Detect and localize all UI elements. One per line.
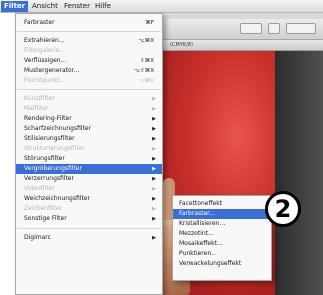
menu-fenster[interactable]: Fenster xyxy=(61,1,93,12)
vergroeberungsfilter-submenu: Facettoneffekt Farbraster... Kristallisi… xyxy=(172,195,272,281)
submenu-arrow-icon: ▶ xyxy=(152,136,156,142)
shortcut-label: ⇧⌘X xyxy=(140,58,154,64)
menu-divider xyxy=(17,89,161,90)
menu-divider xyxy=(17,228,161,229)
menu-item-fluchtpunkt: Fluchtpunkt... ⌥⌘V xyxy=(24,77,154,84)
menu-divider xyxy=(17,31,161,32)
menu-item-mustergenerator[interactable]: Mustergenerator... ⌥⇧⌘X xyxy=(16,66,162,76)
menu-item-videofilter: Videofilter ▶ xyxy=(24,185,156,192)
document-title-bar: (CMYK/8) xyxy=(150,40,323,51)
menu-item-strukturierungsfilter: Strukturierungsfilter ▶ xyxy=(24,145,156,152)
menu-item-zeichenfilter: Zeichenfilter ▶ xyxy=(24,205,156,212)
workspace-button[interactable] xyxy=(286,23,316,34)
filter-menu: Farbraster ⌘F Extrahieren... ⌥⌘X Filterg… xyxy=(15,13,163,295)
menu-item-weichzeichnungsfilter[interactable]: Weichzeichnungsfilter ▶ xyxy=(16,194,162,204)
submenu-item-punktieren[interactable]: Punktieren... xyxy=(173,249,271,259)
menu-filter[interactable]: Filter xyxy=(1,1,29,12)
submenu-arrow-icon: ▶ xyxy=(152,166,156,172)
shortcut-label: ⌥⇧⌘X xyxy=(133,68,154,74)
menu-item-stoerungsfilter[interactable]: Störungsfilter ▶ xyxy=(16,154,162,164)
submenu-item-farbraster[interactable]: Farbraster... xyxy=(173,209,271,219)
submenu-item-mosaikeffekt[interactable]: Mosaikeffekt... xyxy=(173,239,271,249)
submenu-arrow-icon: ▶ xyxy=(152,156,156,162)
submenu-arrow-icon: ▶ xyxy=(152,196,156,202)
canvas-shadow-area xyxy=(275,51,323,295)
submenu-item-facettoneffekt[interactable]: Facettoneffekt xyxy=(173,199,271,209)
menu-item-verfluessigen[interactable]: Verflüssigen... ⇧⌘X xyxy=(16,56,162,66)
menu-item-filtergalerie: Filtergalerie... xyxy=(24,47,66,54)
menu-item-malfilter: Malfilter ▶ xyxy=(24,105,156,112)
tool-preset-button[interactable] xyxy=(268,23,280,34)
menu-item-sonstige-filter[interactable]: Sonstige Filter ▶ xyxy=(16,214,162,224)
submenu-item-verwackelungseffekt[interactable]: Verwackelungseffekt xyxy=(173,259,271,269)
submenu-arrow-icon: ▶ xyxy=(152,206,156,212)
submenu-arrow-icon: ▶ xyxy=(152,176,156,182)
menu-item-farbraster-last[interactable]: Farbraster ⌘F xyxy=(16,18,162,28)
menu-ansicht[interactable]: Ansicht xyxy=(29,1,61,12)
submenu-item-kristallisieren[interactable]: Kristallisieren... xyxy=(173,219,271,229)
menu-item-verzerrungsfilter[interactable]: Verzerrungsfilter ▶ xyxy=(16,174,162,184)
menu-item-digimarc[interactable]: Digimarc ▶ xyxy=(16,233,162,243)
submenu-arrow-icon: ▶ xyxy=(152,106,156,112)
options-dropdown[interactable] xyxy=(240,23,262,34)
submenu-arrow-icon: ▶ xyxy=(152,186,156,192)
menu-item-vergroeberungsfilter[interactable]: Vergröberungsfilter ▶ xyxy=(16,164,162,174)
step-number-badge: 2 xyxy=(265,191,301,227)
submenu-item-mezzotint[interactable]: Mezzotint... xyxy=(173,229,271,239)
menu-bar: Filter Ansicht Fenster Hilfe xyxy=(0,0,323,13)
menu-hilfe[interactable]: Hilfe xyxy=(92,1,114,12)
shortcut-label: ⌥⌘X xyxy=(138,38,154,44)
menu-item-extrahieren[interactable]: Extrahieren... ⌥⌘X xyxy=(16,36,162,46)
submenu-arrow-icon: ▶ xyxy=(152,235,156,241)
submenu-arrow-icon: ▶ xyxy=(152,96,156,102)
submenu-arrow-icon: ▶ xyxy=(152,116,156,122)
shortcut-label: ⌘F xyxy=(145,20,154,26)
menu-item-kunstfilter: Kunstfilter ▶ xyxy=(24,95,156,102)
options-bar xyxy=(150,19,323,40)
submenu-arrow-icon: ▶ xyxy=(152,216,156,222)
shortcut-label: ⌥⌘V xyxy=(138,78,154,84)
menu-item-scharfzeichnungsfilter[interactable]: Scharfzeichnungsfilter ▶ xyxy=(16,124,162,134)
menu-item-stilisierungsfilter[interactable]: Stilisierungsfilter ▶ xyxy=(16,134,162,144)
document-title: (CMYK/8) xyxy=(170,42,193,48)
submenu-arrow-icon: ▶ xyxy=(152,146,156,152)
menu-item-rendering-filter[interactable]: Rendering-Filter ▶ xyxy=(16,114,162,124)
submenu-arrow-icon: ▶ xyxy=(152,126,156,132)
